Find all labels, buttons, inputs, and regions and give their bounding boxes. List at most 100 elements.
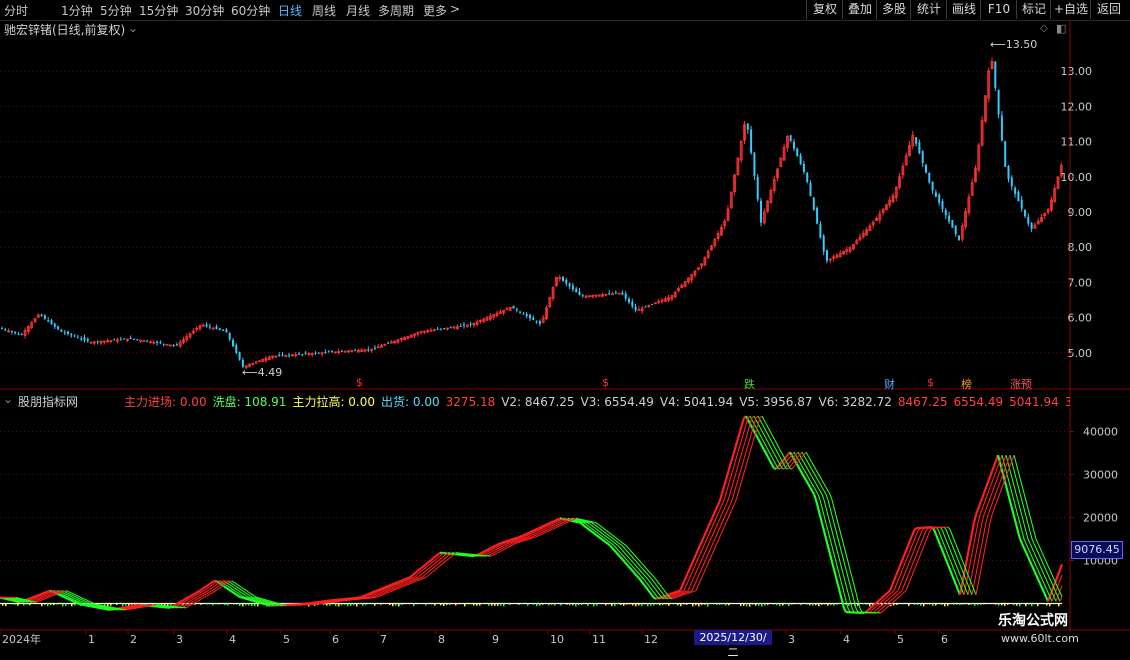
osc-line — [968, 543, 970, 553]
osc-line — [958, 580, 960, 585]
panel-toggle-icon[interactable]: ◧ — [1056, 22, 1066, 35]
osc-line — [904, 561, 906, 566]
signal-marker[interactable]: 榜 — [961, 376, 972, 392]
osc-line — [760, 442, 762, 446]
osc-line — [852, 577, 854, 585]
osc-bar — [962, 604, 964, 605]
candle-body — [998, 90, 1000, 114]
osc-line — [414, 572, 416, 574]
osc-line — [448, 558, 450, 560]
osc-bar — [827, 604, 829, 606]
osc-line — [428, 571, 430, 573]
osc-line — [386, 588, 388, 589]
osc-line — [180, 601, 182, 602]
osc-line — [510, 543, 512, 544]
osc-line — [830, 523, 832, 531]
candle-body — [130, 338, 132, 339]
osc-line — [1022, 486, 1024, 494]
signal-marker[interactable]: $ — [602, 376, 609, 389]
osc-line — [914, 546, 916, 551]
osc-line — [808, 484, 810, 488]
osc-line — [916, 531, 918, 536]
osc-line — [1038, 561, 1040, 565]
indicator-values: 主力进场: 0.00洗盘: 108.91主力拉高: 0.00出货: 0.0032… — [124, 393, 1070, 408]
osc-line — [506, 545, 508, 546]
osc-line — [266, 605, 268, 606]
osc-line — [700, 568, 702, 573]
osc-line — [922, 536, 924, 541]
osc-line — [56, 591, 58, 592]
candle-body — [113, 339, 115, 340]
candle-body — [97, 341, 99, 342]
osc-line — [526, 539, 528, 540]
osc-line — [1002, 482, 1004, 487]
osc-line — [534, 529, 536, 530]
osc-line — [734, 473, 736, 480]
candle-body — [513, 306, 515, 309]
osc-line — [1028, 548, 1030, 552]
osc-line — [498, 547, 500, 548]
kline-chart[interactable]: 13.0012.0011.0010.009.008.007.006.005.00… — [0, 0, 1130, 650]
osc-line — [272, 602, 274, 603]
osc-line — [1034, 552, 1036, 556]
signal-marker[interactable]: $ — [356, 376, 363, 389]
osc-line — [566, 522, 568, 523]
signal-marker[interactable]: 涨预 — [1010, 376, 1032, 392]
indicator-collapse-icon[interactable]: ⌄ — [3, 392, 13, 406]
osc-line — [376, 597, 378, 598]
osc-line — [558, 526, 560, 527]
osc-line — [700, 559, 702, 564]
osc-line — [404, 580, 406, 581]
osc-bar — [101, 604, 103, 605]
osc-line — [436, 558, 438, 560]
osc-line — [624, 544, 626, 546]
osc-line — [238, 590, 240, 591]
osc-bar — [749, 604, 751, 607]
signal-marker[interactable]: 财 — [884, 376, 895, 392]
osc-line — [994, 504, 996, 509]
osc-line — [70, 592, 72, 593]
osc-line — [956, 575, 958, 580]
osc-line — [196, 594, 198, 595]
osc-line — [992, 499, 994, 504]
candle-body — [569, 283, 571, 286]
osc-line — [640, 575, 642, 577]
osc-line — [40, 597, 42, 598]
osc-line — [682, 593, 684, 594]
osc-line — [48, 594, 50, 595]
osc-line — [490, 549, 492, 550]
osc-line — [204, 592, 206, 593]
osc-line — [524, 539, 526, 540]
chevron-down-icon[interactable]: ⌄ — [128, 21, 138, 35]
candle-body — [1027, 217, 1029, 223]
osc-line — [560, 525, 562, 526]
osc-line — [596, 526, 598, 528]
osc-line — [532, 537, 534, 538]
osc-line — [780, 457, 782, 461]
osc-line — [192, 596, 194, 597]
osc-line — [978, 504, 980, 509]
osc-line — [500, 546, 502, 547]
osc-line — [658, 593, 660, 596]
osc-line — [944, 535, 946, 540]
osc-bar — [656, 604, 658, 605]
osc-line — [982, 493, 984, 498]
osc-line — [928, 531, 930, 536]
osc-line — [1024, 509, 1026, 517]
osc-line — [432, 571, 434, 573]
osc-line — [720, 493, 722, 500]
osc-bar — [650, 604, 652, 606]
osc-line — [196, 599, 198, 600]
osc-line — [234, 588, 236, 589]
indicator-value: 3956.87 — [1065, 395, 1070, 408]
indicator-value: 8467.25 — [898, 395, 948, 408]
signal-marker[interactable]: $ — [927, 376, 934, 389]
indicator-value: 5041.94 — [1009, 395, 1059, 408]
osc-line — [748, 438, 750, 445]
osc-line — [690, 564, 692, 569]
candle-body — [440, 329, 442, 330]
osc-line — [594, 533, 596, 535]
diamond-icon[interactable]: ◇ — [1040, 23, 1048, 34]
signal-marker[interactable]: 跌 — [744, 376, 755, 392]
osc-line — [240, 586, 242, 587]
